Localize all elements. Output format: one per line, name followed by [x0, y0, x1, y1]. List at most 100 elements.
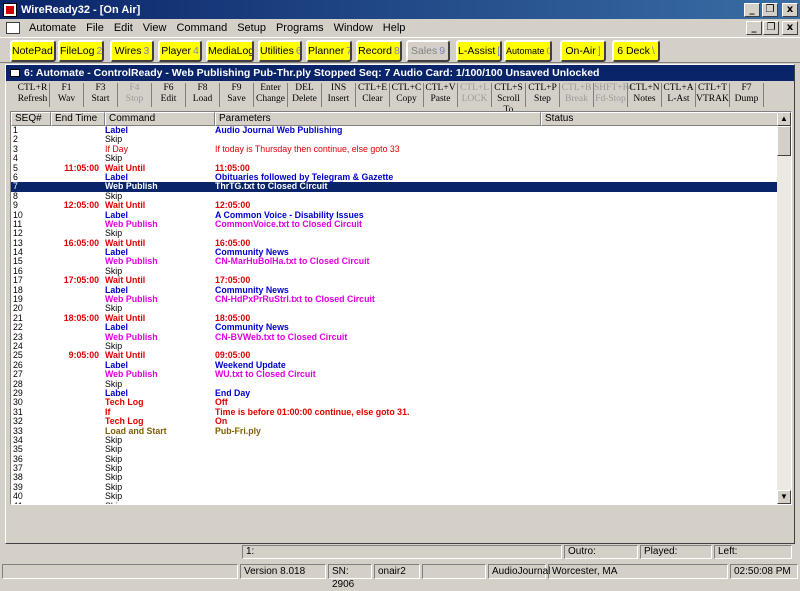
table-row[interactable]: 22 Label Community News	[11, 323, 779, 332]
table-row[interactable]: 10 Label A Common Voice - Disability Issue…	[11, 211, 779, 220]
table-row[interactable]: 39 Skip	[11, 483, 779, 492]
col-command[interactable]: Command	[105, 112, 215, 126]
fkey-load-button[interactable]: F8 Load	[186, 83, 220, 107]
table-row[interactable]: 17 17:05:00 Wait Until 17:05:00	[11, 276, 779, 285]
child-title-icon[interactable]	[10, 69, 20, 77]
fkey-stop-button[interactable]: F4 Stop	[118, 83, 152, 107]
table-row[interactable]: 25 9:05:00 Wait Until 09:05:00	[11, 351, 779, 360]
sales-button[interactable]: Sales 9	[406, 40, 450, 62]
table-row[interactable]: 7 Web Publish ThrTG.txt to Closed Circuit	[11, 182, 779, 192]
table-row[interactable]: 30 Tech Log Off	[11, 398, 779, 407]
table-row[interactable]: 36 Skip	[11, 455, 779, 464]
table-row[interactable]: 29 Label End Day	[11, 389, 779, 398]
col-end-time[interactable]: End Time	[51, 112, 105, 126]
table-row[interactable]: 13 16:05:00 Wait Until 16:05:00	[11, 239, 779, 248]
menu-window[interactable]: Window	[329, 22, 378, 34]
fkey-dump-button[interactable]: F7 Dump	[730, 83, 764, 107]
table-row[interactable]: 38 Skip	[11, 473, 779, 482]
fkey-change-button[interactable]: Enter Change	[254, 83, 288, 107]
table-row[interactable]: 27 Web Publish WU.txt to Closed Circuit	[11, 370, 779, 379]
table-row[interactable]: 18 Label Community News	[11, 286, 779, 295]
fkey-vtrak-button[interactable]: CTL+T VTRAK	[696, 83, 730, 107]
menu-setup[interactable]: Setup	[232, 22, 271, 34]
child-close-button[interactable]: x	[782, 21, 798, 35]
minimize-button[interactable]: _	[744, 2, 760, 17]
l-assist-button[interactable]: L-Assist[	[456, 40, 502, 62]
fkey-lock-button[interactable]: CTL+L LOCK	[458, 83, 492, 107]
utilities-button[interactable]: Utilities 6	[258, 40, 302, 62]
table-row[interactable]: 16 Skip	[11, 267, 779, 276]
fkey-save-button[interactable]: F9 Save	[220, 83, 254, 107]
restore-button[interactable]: ❐	[762, 2, 778, 17]
fkey-copy-button[interactable]: CTL+C Copy	[390, 83, 424, 107]
scroll-up-icon[interactable]: ▲	[777, 112, 791, 126]
table-row[interactable]: 8 Skip	[11, 192, 779, 201]
table-row[interactable]: 19 Web Publish CN-HdPxPrRuStrl.txt to Clos…	[11, 295, 779, 304]
fkey-wav-button[interactable]: F1 Wav	[50, 83, 84, 107]
wires-button[interactable]: Wires 3	[110, 40, 154, 62]
vertical-scrollbar[interactable]: ▲ ▼	[777, 112, 791, 504]
child-window-icon[interactable]	[6, 22, 20, 34]
table-row[interactable]: 6 Label Obituaries followed by Telegram & …	[11, 173, 779, 182]
on-air-button[interactable]: On-Air]	[560, 40, 606, 62]
menu-command[interactable]: Command	[171, 22, 232, 34]
fkey-paste-button[interactable]: CTL+V Paste	[424, 83, 458, 107]
six-deck-button[interactable]: 6 Deck \	[612, 40, 660, 62]
table-row[interactable]: 34 Skip	[11, 436, 779, 445]
menu-programs[interactable]: Programs	[271, 22, 329, 34]
table-row[interactable]: 24 Skip	[11, 342, 779, 351]
fkey-start-button[interactable]: F3 Start	[84, 83, 118, 107]
app-icon[interactable]	[3, 2, 17, 17]
scroll-thumb[interactable]	[777, 126, 791, 156]
menu-help[interactable]: Help	[378, 22, 411, 34]
table-row[interactable]: 9 12:05:00 Wait Until 12:05:00	[11, 201, 779, 210]
fkey-step-button[interactable]: CTL+P Step	[526, 83, 560, 107]
table-row[interactable]: 40 Skip	[11, 492, 779, 501]
col-status[interactable]: Status	[541, 112, 779, 126]
table-row[interactable]: 21 18:05:00 Wait Until 18:05:00	[11, 314, 779, 323]
notepad-button[interactable]: NotePad1	[10, 40, 56, 62]
record-button[interactable]: Record 8	[356, 40, 402, 62]
table-row[interactable]: 37 Skip	[11, 464, 779, 473]
table-row[interactable]: 1 Label Audio Journal Web Publishing	[11, 126, 779, 135]
table-row[interactable]: 26 Label Weekend Update	[11, 361, 779, 370]
fkey-l-ast-button[interactable]: CTL+A L-Ast	[662, 83, 696, 107]
fkey-scroll-to-button[interactable]: CTL+S Scroll To	[492, 83, 526, 115]
fkey-break-button[interactable]: CTL+B Break	[560, 83, 594, 107]
medialog-button[interactable]: MediaLog5	[206, 40, 254, 62]
fkey-delete-button[interactable]: DEL Delete	[288, 83, 322, 107]
fkey-fd-stop-button[interactable]: SHFT+F4 Fd-Stop	[594, 83, 633, 107]
automate-button[interactable]: Automate 0	[504, 40, 552, 62]
child-minimize-button[interactable]: _	[746, 21, 762, 35]
player-button[interactable]: Player 4	[158, 40, 202, 62]
fkey-clear-button[interactable]: CTL+E Clear	[356, 83, 390, 107]
table-row[interactable]: 3 If Day If today is Thursday then continu…	[11, 145, 779, 154]
table-row[interactable]: 15 Web Publish CN-MarHuBolHa.txt to Closed…	[11, 257, 779, 266]
menu-automate[interactable]: Automate	[24, 22, 81, 34]
menu-edit[interactable]: Edit	[109, 22, 138, 34]
table-row[interactable]: 14 Label Community News	[11, 248, 779, 257]
table-row[interactable]: 12 Skip	[11, 229, 779, 238]
table-row[interactable]: 4 Skip	[11, 154, 779, 163]
fkey-edit-button[interactable]: F6 Edit	[152, 83, 186, 107]
table-row[interactable]: 20 Skip	[11, 304, 779, 313]
col-parameters[interactable]: Parameters	[215, 112, 541, 126]
table-row[interactable]: 28 Skip	[11, 380, 779, 389]
close-button[interactable]: x	[782, 2, 798, 17]
table-row[interactable]: 2 Skip	[11, 135, 779, 144]
planner-button[interactable]: Planner 7	[306, 40, 352, 62]
table-row[interactable]: 33 Load and Start Pub-Fri.ply	[11, 427, 779, 436]
child-restore-button[interactable]: ❐	[763, 21, 779, 35]
table-row[interactable]: 32 Tech Log On	[11, 417, 779, 426]
fkey-refresh-button[interactable]: CTL+R Refresh	[16, 83, 50, 107]
menu-file[interactable]: File	[81, 22, 109, 34]
table-row[interactable]: 23 Web Publish CN-BVWeb.txt to Closed Circ…	[11, 333, 779, 342]
menu-view[interactable]: View	[138, 22, 172, 34]
scroll-down-icon[interactable]: ▼	[777, 490, 791, 504]
table-row[interactable]: 41 Skip	[11, 502, 779, 504]
fkey-notes-button[interactable]: CTL+N Notes	[628, 83, 662, 107]
col-seq[interactable]: SEQ#	[11, 112, 51, 126]
filelog-button[interactable]: FileLog 2	[58, 40, 104, 62]
table-row[interactable]: 11 Web Publish CommonVoice.txt to Closed C…	[11, 220, 779, 229]
table-row[interactable]: 35 Skip	[11, 445, 779, 454]
